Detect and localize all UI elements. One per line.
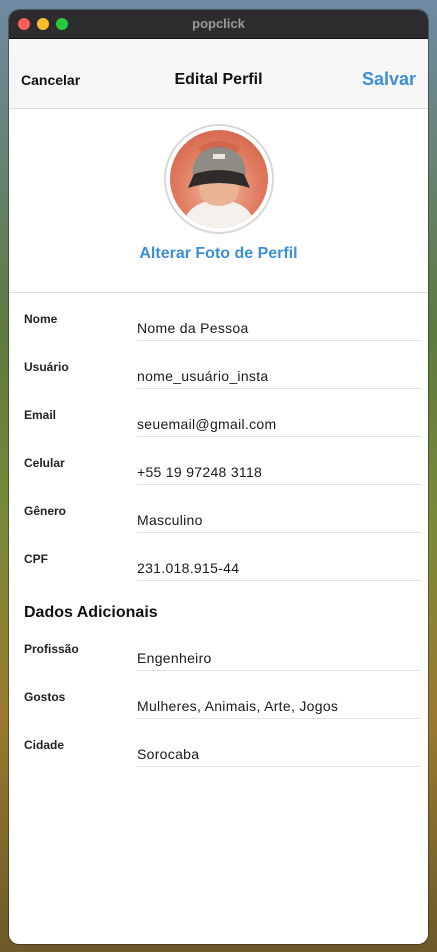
title-bar: popclick — [9, 10, 428, 39]
navigation-bar: Cancelar Edital Perfil Salvar — [9, 39, 428, 109]
interests-field[interactable]: Mulheres, Animais, Arte, Jogos — [137, 691, 420, 719]
field-label: CPF — [24, 552, 48, 566]
field-label: Usuário — [24, 360, 69, 374]
field-label: Celular — [24, 456, 65, 470]
avatar[interactable] — [170, 130, 268, 228]
city-field[interactable]: Sorocaba — [137, 739, 420, 767]
phone-field[interactable]: +55 19 97248 3118 — [137, 457, 420, 485]
field-label: Gênero — [24, 504, 67, 518]
name-field[interactable]: Nome da Pessoa — [137, 313, 420, 341]
email-field[interactable]: seuemail@gmail.com — [137, 409, 420, 437]
save-button[interactable]: Salvar — [362, 69, 416, 90]
field-row-name: Nome Nome da Pessoa — [9, 296, 428, 344]
field-row-username: Usuário nome_usuário_insta — [9, 344, 428, 392]
gender-field[interactable]: Masculino — [137, 505, 420, 533]
profile-form: Nome Nome da Pessoa Usuário nome_usuário… — [9, 293, 428, 770]
change-photo-link[interactable]: Alterar Foto de Perfil — [9, 245, 428, 263]
cpf-field[interactable]: 231.018.915-44 — [137, 553, 420, 581]
field-label: Email — [24, 408, 57, 422]
field-label: Gostos — [24, 690, 66, 704]
window-title: popclick — [192, 16, 245, 31]
profession-field[interactable]: Engenheiro — [137, 643, 420, 671]
avatar-ring[interactable] — [164, 124, 274, 234]
additional-data-section: Dados Adicionais — [9, 584, 428, 626]
field-row-city: Cidade Sorocaba — [9, 722, 428, 770]
avatar-illustration — [185, 141, 253, 228]
field-row-gender: Gênero Masculino — [9, 488, 428, 536]
field-row-interests: Gostos Mulheres, Animais, Arte, Jogos — [9, 674, 428, 722]
field-row-profession: Profissão Engenheiro — [9, 626, 428, 674]
section-heading: Dados Adicionais — [24, 604, 158, 621]
app-window: popclick Cancelar Edital Perfil Salvar A… — [9, 10, 428, 944]
profile-photo-section: Alterar Foto de Perfil — [9, 109, 428, 293]
field-label: Nome — [24, 312, 58, 326]
field-label: Cidade — [24, 738, 65, 752]
field-label: Profissão — [24, 642, 79, 656]
field-row-cpf: CPF 231.018.915-44 — [9, 536, 428, 584]
field-row-email: Email seuemail@gmail.com — [9, 392, 428, 440]
field-row-phone: Celular +55 19 97248 3118 — [9, 440, 428, 488]
username-field[interactable]: nome_usuário_insta — [137, 361, 420, 389]
